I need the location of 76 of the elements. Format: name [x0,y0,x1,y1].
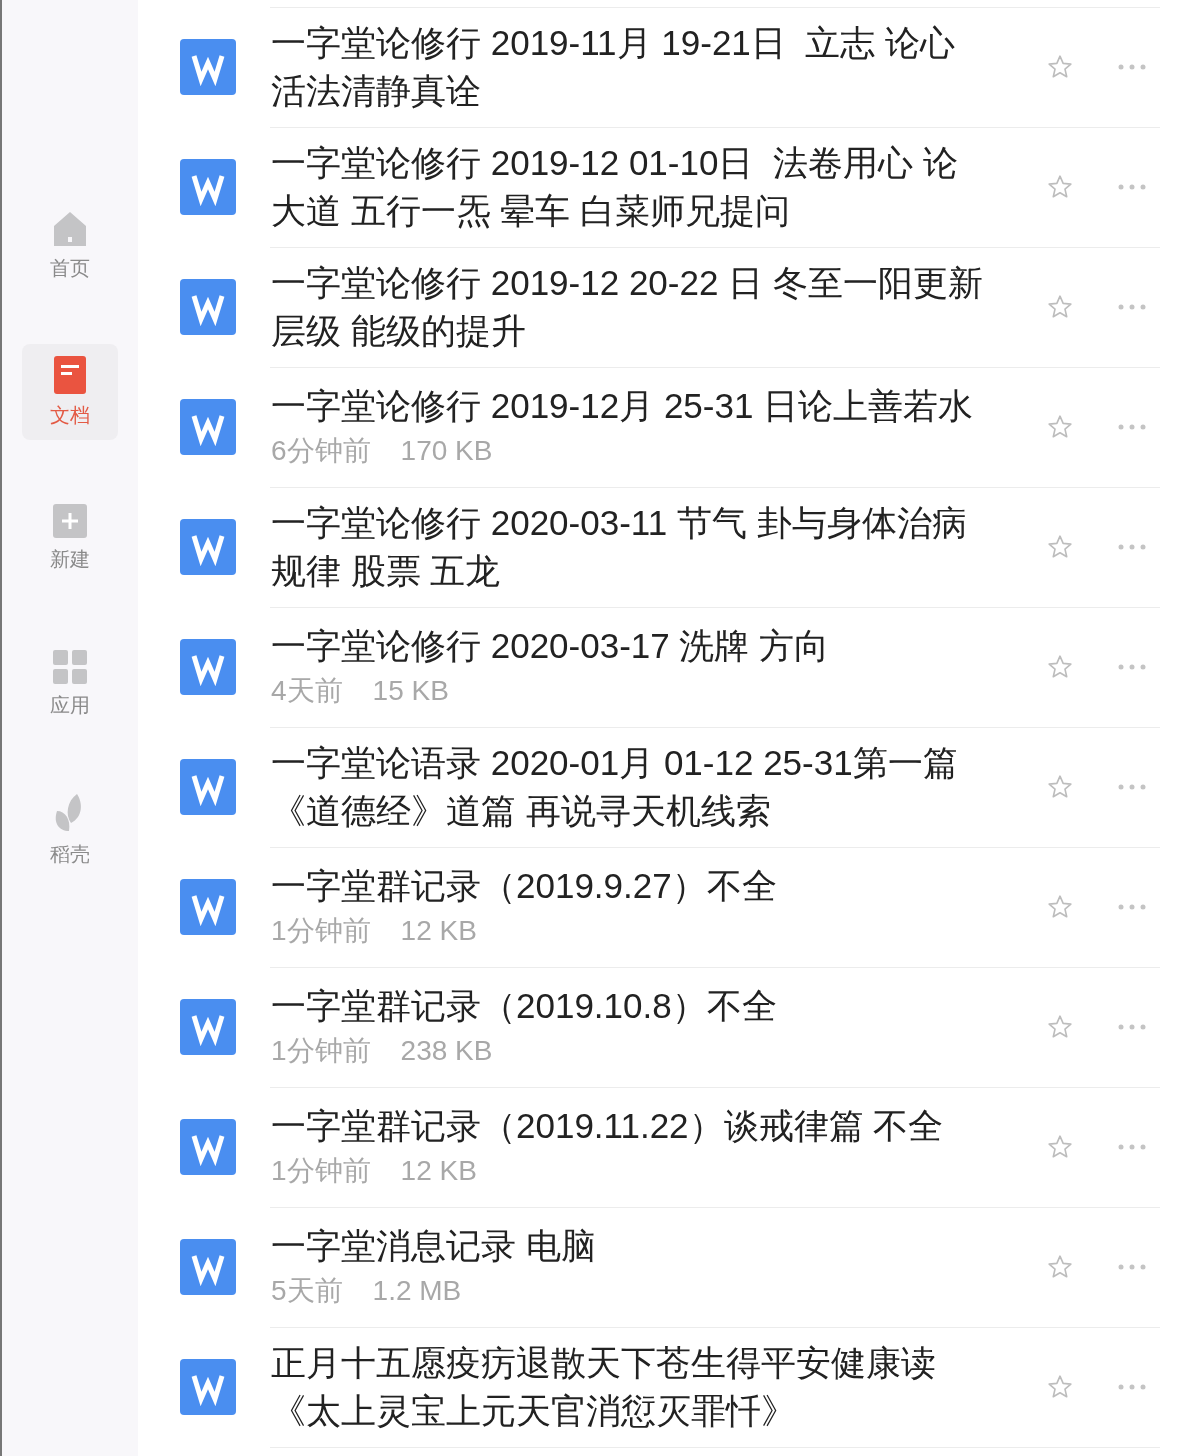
file-time: 6分钟前 [271,434,371,468]
star-icon[interactable] [1047,774,1073,800]
grid-icon [53,649,87,684]
file-name: 一字堂论修行 2019-12 01-10日 法卷用心 论大道 五行一炁 晕车 白菜师兄提问 [271,142,959,232]
file-row[interactable]: 一字堂群记录（2019.11.22）谈戒律篇 不全 1分钟前 12 KB [180,1087,1160,1207]
document-icon [180,1359,236,1415]
file-row[interactable]: 一字堂消息记录 电脑 5天前 1.2 MB [180,1207,1160,1327]
document-icon [180,159,236,215]
file-name: 正月十五愿疫疠退散天下苍生得平安健康读《太上灵宝上元天官消愆灭罪忏》 [271,1342,937,1432]
star-icon[interactable] [1047,414,1073,440]
file-row[interactable]: 正月十五愿疫疠退散天下苍生得平安健康读《太上灵宝上元天官消愆灭罪忏》 [180,1327,1160,1447]
star-icon[interactable] [1047,54,1073,80]
file-time: 1分钟前 [271,1034,371,1068]
file-name: 一字堂论修行 2020-03-11 节气 卦与身体治病规律 股票 五龙 [271,502,968,592]
file-row[interactable]: 一字堂论修行 2020-03-11 节气 卦与身体治病规律 股票 五龙 [180,487,1160,607]
file-row[interactable]: 一字堂论修行 2019-11月 19-21日 立志 论心活法清静真诠 [180,7,1160,127]
file-name: 一字堂群记录（2019.9.27）不全 [271,865,778,907]
file-size: 238 KB [400,1034,493,1068]
document-icon [180,759,236,815]
more-icon[interactable] [1118,1264,1146,1270]
file-row[interactable]: 一字堂群记录（2019.10.8）不全 1分钟前 238 KB [180,967,1160,1087]
file-name: 一字堂论修行 2020-03-17 洗牌 方向 [271,625,831,667]
star-icon[interactable] [1047,894,1073,920]
document-icon [54,355,86,394]
more-icon[interactable] [1118,904,1146,910]
file-row[interactable]: 一字堂论修行 2019-12 01-10日 法卷用心 论大道 五行一炁 晕车 白菜师兄提问 [180,127,1160,247]
file-name: 一字堂群记录（2019.11.22）谈戒律篇 不全 [271,1105,945,1147]
file-time: 1分钟前 [271,1154,371,1188]
file-size: 15 KB [372,674,449,708]
star-icon[interactable] [1047,294,1073,320]
file-name: 一字堂消息记录 电脑 [271,1225,597,1267]
more-icon[interactable] [1118,424,1146,430]
document-icon [180,999,236,1055]
star-icon[interactable] [1047,1014,1073,1040]
document-icon [180,39,236,95]
document-icon [180,399,236,455]
star-icon[interactable] [1047,654,1073,680]
more-icon[interactable] [1118,64,1146,70]
more-icon[interactable] [1118,184,1146,190]
file-name: 一字堂群记录（2019.10.8）不全 [271,985,778,1027]
document-icon [180,519,236,575]
document-icon [180,1239,236,1295]
star-icon[interactable] [1047,174,1073,200]
file-time: 4天前 [271,674,343,708]
file-time: 1分钟前 [271,914,371,948]
more-icon[interactable] [1118,784,1146,790]
file-row[interactable]: 一字堂论修行 2019-12月 25-31 日论上善若水 6分钟前 170 KB [180,367,1160,487]
file-row[interactable]: 一字堂群记录（2019.9.27）不全 1分钟前 12 KB [180,847,1160,967]
more-icon[interactable] [1118,544,1146,550]
file-row[interactable]: 一字堂论修行 2019-12 20-22 日 冬至一阳更新层级 能级的提升 [180,247,1160,367]
document-icon [180,639,236,695]
star-icon[interactable] [1047,1134,1073,1160]
star-icon[interactable] [1047,1254,1073,1280]
star-icon[interactable] [1047,534,1073,560]
document-icon [180,279,236,335]
more-icon[interactable] [1118,304,1146,310]
more-icon[interactable] [1118,1144,1146,1150]
file-size: 170 KB [400,434,493,468]
file-name: 一字堂论修行 2019-11月 19-21日 立志 论心活法清静真诠 [271,22,956,112]
file-time: 5天前 [271,1274,343,1308]
file-size: 12 KB [400,914,477,948]
more-icon[interactable] [1118,1024,1146,1030]
file-name: 一字堂论修行 2019-12月 25-31 日论上善若水 [271,385,975,427]
file-name: 一字堂论修行 2019-12 20-22 日 冬至一阳更新层级 能级的提升 [271,262,984,352]
star-icon[interactable] [1047,1374,1073,1400]
file-row[interactable]: 一字堂论语录 2020-01月 01-12 25-31第一篇《道德经》道篇 再说寻天机线索 [180,727,1160,847]
file-size: 12 KB [400,1154,477,1188]
document-icon [180,879,236,935]
home-icon [53,210,87,247]
plus-icon [53,503,87,538]
file-size: 1.2 MB [372,1274,462,1308]
file-name: 一字堂论语录 2020-01月 01-12 25-31第一篇《道德经》道篇 再说寻天机线索 [271,742,959,832]
file-row[interactable]: 一字堂论修行 2020-03-17 洗牌 方向 4天前 15 KB [180,607,1160,727]
more-icon[interactable] [1118,1384,1146,1390]
document-icon [180,1119,236,1175]
more-icon[interactable] [1118,664,1146,670]
